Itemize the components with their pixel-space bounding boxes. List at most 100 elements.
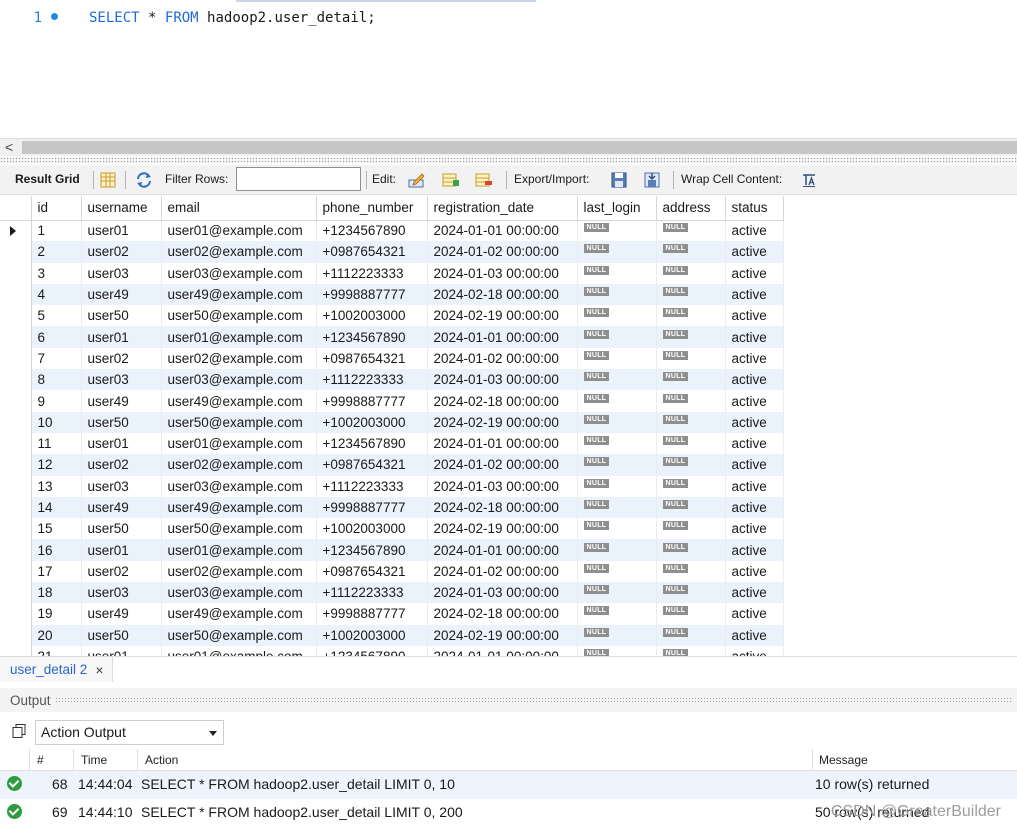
cell-status[interactable]: active — [725, 369, 784, 391]
table-row[interactable]: 19 user49 user49@example.com +9998887777 202… — [0, 603, 784, 625]
cell-registration-date[interactable]: 2024-02-19 00:00:00 — [427, 518, 578, 540]
close-icon[interactable]: × — [95, 662, 103, 678]
cell-username[interactable]: user01 — [81, 220, 162, 242]
cell-last-login[interactable]: NULL — [577, 582, 657, 604]
cell-email[interactable]: user02@example.com — [161, 560, 317, 583]
cell-username[interactable]: user50 — [81, 305, 162, 327]
cell-address[interactable]: NULL — [656, 645, 726, 656]
cell-registration-date[interactable]: 2024-02-18 00:00:00 — [427, 390, 578, 412]
cell-status[interactable]: active — [725, 475, 784, 497]
cell-registration-date[interactable]: 2024-01-03 00:00:00 — [427, 475, 578, 497]
cell-status[interactable]: active — [725, 518, 784, 540]
row-selector[interactable] — [0, 582, 32, 604]
cell-last-login[interactable]: NULL — [577, 241, 657, 263]
cell-registration-date[interactable]: 2024-01-03 00:00:00 — [427, 262, 578, 284]
cell-username[interactable]: user03 — [81, 369, 162, 391]
cell-address[interactable]: NULL — [656, 283, 726, 306]
cell-address[interactable]: NULL — [656, 241, 726, 263]
cell-id[interactable]: 5 — [31, 305, 82, 327]
editor-horizontal-scrollbar[interactable]: < — [0, 138, 1017, 156]
cell-email[interactable]: user03@example.com — [161, 582, 317, 604]
cell-status[interactable]: active — [725, 539, 784, 561]
cell-username[interactable]: user50 — [81, 624, 162, 646]
cell-phone-number[interactable]: +9998887777 — [316, 283, 428, 306]
cell-phone-number[interactable]: +1234567890 — [316, 432, 428, 455]
cell-address[interactable]: NULL — [656, 624, 726, 646]
cell-address[interactable]: NULL — [656, 454, 726, 476]
panel-splitter[interactable] — [0, 157, 1017, 163]
cell-id[interactable]: 7 — [31, 347, 82, 370]
filter-rows-input[interactable] — [236, 167, 361, 191]
table-row[interactable]: 14 user49 user49@example.com +9998887777 202… — [0, 496, 784, 519]
cell-last-login[interactable]: NULL — [577, 369, 657, 391]
cell-id[interactable]: 3 — [31, 262, 82, 284]
cell-last-login[interactable]: NULL — [577, 432, 657, 455]
cell-address[interactable]: NULL — [656, 411, 726, 433]
cell-username[interactable]: user03 — [81, 475, 162, 497]
cell-phone-number[interactable]: +1112223333 — [316, 582, 428, 604]
cell-id[interactable]: 4 — [31, 283, 82, 306]
row-selector[interactable] — [0, 624, 32, 646]
cell-username[interactable]: user03 — [81, 262, 162, 284]
cell-address[interactable]: NULL — [656, 518, 726, 540]
cell-address[interactable]: NULL — [656, 390, 726, 412]
cell-registration-date[interactable]: 2024-01-01 00:00:00 — [427, 645, 578, 656]
panel-grip[interactable] — [54, 697, 1013, 703]
cell-email[interactable]: user01@example.com — [161, 432, 317, 455]
table-row[interactable]: 12 user02 user02@example.com +0987654321 202… — [0, 454, 784, 476]
cell-last-login[interactable]: NULL — [577, 496, 657, 519]
cell-username[interactable]: user01 — [81, 539, 162, 561]
row-selector[interactable] — [0, 432, 32, 455]
cell-status[interactable]: active — [725, 390, 784, 412]
cell-registration-date[interactable]: 2024-01-02 00:00:00 — [427, 560, 578, 583]
cell-status[interactable]: active — [725, 305, 784, 327]
table-row[interactable]: 1 user01 user01@example.com +1234567890 2024… — [0, 220, 784, 242]
cell-registration-date[interactable]: 2024-02-18 00:00:00 — [427, 496, 578, 519]
cell-username[interactable]: user01 — [81, 432, 162, 455]
cell-phone-number[interactable]: +1112223333 — [316, 262, 428, 284]
cell-status[interactable]: active — [725, 220, 784, 242]
cell-id[interactable]: 10 — [31, 411, 82, 433]
cell-phone-number[interactable]: +1234567890 — [316, 326, 428, 348]
cell-address[interactable]: NULL — [656, 539, 726, 561]
export-icon[interactable] — [610, 171, 628, 189]
cell-status[interactable]: active — [725, 411, 784, 433]
cell-email[interactable]: user01@example.com — [161, 326, 317, 348]
refresh-icon[interactable] — [135, 171, 153, 189]
row-selector[interactable] — [0, 220, 32, 242]
cell-email[interactable]: user50@example.com — [161, 624, 317, 646]
cell-username[interactable]: user49 — [81, 390, 162, 412]
cell-address[interactable]: NULL — [656, 220, 726, 242]
sql-editor[interactable]: 1 SELECT * FROM hadoop2.user_detail; — [0, 0, 1017, 138]
cell-username[interactable]: user02 — [81, 454, 162, 476]
cell-phone-number[interactable]: +1002003000 — [316, 411, 428, 433]
cell-address[interactable]: NULL — [656, 496, 726, 519]
cell-status[interactable]: active — [725, 645, 784, 656]
cell-email[interactable]: user49@example.com — [161, 603, 317, 625]
cell-username[interactable]: user49 — [81, 283, 162, 306]
cell-last-login[interactable]: NULL — [577, 305, 657, 327]
cell-phone-number[interactable]: +1234567890 — [316, 645, 428, 656]
cell-status[interactable]: active — [725, 432, 784, 455]
table-row[interactable]: 4 user49 user49@example.com +9998887777 2024… — [0, 283, 784, 306]
cell-username[interactable]: user49 — [81, 603, 162, 625]
cell-phone-number[interactable]: +0987654321 — [316, 560, 428, 583]
cell-registration-date[interactable]: 2024-01-02 00:00:00 — [427, 454, 578, 476]
cell-registration-date[interactable]: 2024-01-01 00:00:00 — [427, 326, 578, 348]
cell-last-login[interactable]: NULL — [577, 624, 657, 646]
cell-phone-number[interactable]: +9998887777 — [316, 496, 428, 519]
cell-address[interactable]: NULL — [656, 347, 726, 370]
cell-username[interactable]: user01 — [81, 645, 162, 656]
cell-status[interactable]: active — [725, 582, 784, 604]
column-header-id[interactable]: id — [31, 196, 82, 221]
table-row[interactable]: 11 user01 user01@example.com +1234567890 202… — [0, 432, 784, 455]
cell-email[interactable]: user01@example.com — [161, 645, 317, 656]
cell-registration-date[interactable]: 2024-02-19 00:00:00 — [427, 411, 578, 433]
cell-id[interactable]: 20 — [31, 624, 82, 646]
cell-email[interactable]: user02@example.com — [161, 241, 317, 263]
cell-username[interactable]: user02 — [81, 241, 162, 263]
column-header-username[interactable]: username — [81, 196, 162, 221]
cell-status[interactable]: active — [725, 624, 784, 646]
cell-email[interactable]: user03@example.com — [161, 475, 317, 497]
insert-row-icon[interactable] — [442, 171, 460, 189]
